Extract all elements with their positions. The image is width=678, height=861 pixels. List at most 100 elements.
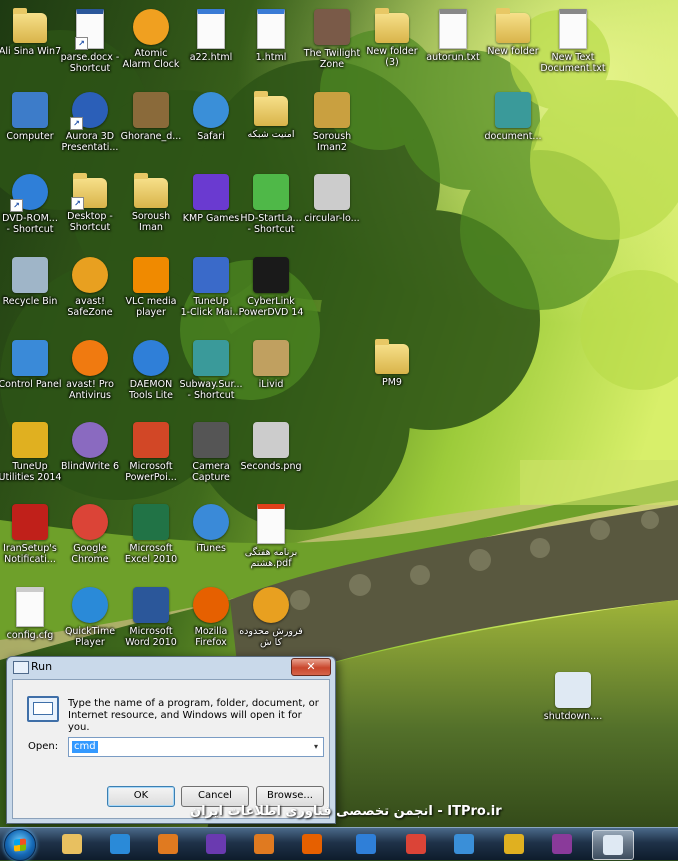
desktop-icon[interactable]: برنامه هفتگی هشتم.pdf — [241, 500, 301, 578]
taskbar-item-visual-studio[interactable] — [196, 830, 236, 858]
pdf-icon — [257, 504, 285, 544]
play-icon — [158, 834, 178, 854]
ok-button[interactable]: OK — [107, 786, 175, 807]
desktop-icon[interactable]: Ghorane_d... — [121, 88, 181, 166]
run-dialog: Run ✕ Type the name of a program, folder… — [6, 656, 336, 824]
chrome-icon — [72, 504, 108, 540]
avast-icon — [72, 340, 108, 376]
desktop-icon[interactable]: Soroush Iman2 — [302, 88, 362, 166]
desktop-icon[interactable]: autorun.txt — [423, 5, 483, 83]
desktop-icon[interactable]: Microsoft Excel 2010 — [121, 500, 181, 578]
desktop-icon[interactable]: QuickTime Player — [60, 583, 120, 661]
desktop-icon[interactable]: ↗ Aurora 3D Presentati... — [60, 88, 120, 166]
run-dialog-titlebar[interactable]: Run ✕ — [7, 657, 335, 677]
desktop-icon[interactable]: Computer — [0, 88, 60, 166]
desktop-icon[interactable]: Control Panel — [0, 336, 62, 414]
desktop-icon-label: PM9 — [382, 377, 402, 388]
open-combobox[interactable]: cmd ▾ — [68, 737, 324, 757]
daemon-tools-icon: ↗ — [10, 174, 48, 212]
taskbar-item-daemon-tools[interactable] — [346, 830, 386, 858]
run-dialog-title: Run — [31, 660, 53, 673]
start-button[interactable] — [4, 829, 36, 861]
desktop-icon[interactable]: VLC media player — [121, 253, 181, 331]
desktop-icon[interactable]: PM9 — [362, 336, 422, 414]
taskbar-item-media-player[interactable] — [148, 830, 188, 858]
desktop-icon[interactable]: TuneUp Utilities 2014 — [0, 418, 61, 496]
desktop-icon[interactable]: Microsoft PowerPoi... — [121, 418, 181, 496]
firefox-icon — [193, 587, 229, 623]
desktop-icon[interactable]: Safari — [181, 88, 241, 166]
taskbar — [0, 827, 678, 861]
taskbar-item-tuneup[interactable] — [494, 830, 534, 858]
desktop-icon[interactable]: ↗ parse.docx - Shortcut — [60, 5, 120, 83]
excel-icon — [133, 504, 169, 540]
book-icon — [133, 92, 169, 128]
desktop-icon[interactable]: iTunes — [181, 500, 241, 578]
run-description: Type the name of a program, folder, docu… — [68, 698, 319, 733]
avast-safezone-icon — [253, 587, 289, 623]
desktop-icon[interactable]: Soroush Iman — [121, 170, 181, 248]
taskbar-item-winrar[interactable] — [542, 830, 582, 858]
taskbar-item-explorer[interactable] — [52, 830, 92, 858]
desktop-icon-label: برنامه هفتگی هشتم.pdf — [244, 547, 298, 569]
shortcut-icon — [555, 672, 591, 708]
desktop-icon[interactable]: Camera Capture — [181, 418, 241, 496]
desktop-icon[interactable]: 1.html — [241, 5, 301, 83]
open-input[interactable]: cmd — [72, 741, 98, 753]
taskbar-item-run[interactable] — [592, 830, 634, 860]
text-file-icon — [559, 9, 587, 49]
desktop-icon[interactable]: circular-lo... — [302, 170, 362, 248]
desktop-icon[interactable]: document... — [483, 88, 543, 166]
taskbar-item-safari[interactable] — [444, 830, 484, 858]
desktop-icon[interactable]: BlindWrite 6 — [60, 418, 120, 496]
info-icon — [12, 504, 48, 540]
desktop-icon[interactable]: TuneUp 1-Click Mai... — [181, 253, 241, 331]
close-button[interactable]: ✕ — [291, 658, 331, 676]
desktop-icon[interactable]: a22.html — [181, 5, 241, 83]
desktop-icon[interactable]: avast! SafeZone — [60, 253, 120, 331]
desktop-icon[interactable]: IranSetup's Notificati... — [0, 500, 60, 578]
desktop-icon[interactable]: Seconds.png — [240, 418, 302, 496]
desktop-icon[interactable]: New folder (3) — [362, 5, 422, 83]
taskbar-item-internet-explorer[interactable] — [100, 830, 140, 858]
desktop-icon[interactable]: Atomic Alarm Clock — [121, 5, 181, 83]
word-icon — [133, 587, 169, 623]
desktop-icon[interactable]: CyberLink PowerDVD 14 — [239, 253, 303, 331]
desktop-icon[interactable]: The Twilight Zone — [302, 5, 362, 83]
desktop-icon[interactable]: New Text Document.txt — [540, 5, 606, 83]
desktop-icon[interactable]: config.cfg — [0, 583, 60, 661]
desktop-icon[interactable]: DAEMON Tools Lite — [121, 336, 181, 414]
watermark-text: انجمن تخصصی فناوری اطلاعات ایران - ITPro… — [190, 804, 502, 819]
desktop-icon[interactable]: iLivid — [241, 336, 301, 414]
desktop-icon[interactable]: فرورش محدوده کا ش — [239, 583, 303, 661]
desktop-icon[interactable]: KMP Games — [181, 170, 241, 248]
desktop-icon[interactable]: Google Chrome — [60, 500, 120, 578]
desktop-icon[interactable]: avast! Pro Antivirus — [60, 336, 120, 414]
image-file-icon — [314, 174, 350, 210]
taskbar-item-firefox[interactable] — [292, 830, 332, 858]
run-icon — [603, 835, 623, 855]
desktop-icon-label: CyberLink PowerDVD 14 — [238, 296, 304, 318]
winrar-icon — [552, 834, 572, 854]
desktop-icon[interactable]: Mozilla Firefox — [181, 583, 241, 661]
desktop-icon[interactable]: HD-StartLa... - Shortcut — [240, 170, 302, 248]
safari-icon — [454, 834, 474, 854]
chevron-down-icon[interactable]: ▾ — [310, 740, 322, 754]
taskbar-item-outlook[interactable] — [244, 830, 284, 858]
desktop-icon[interactable]: shutdown.... — [543, 668, 603, 746]
folder-icon — [254, 91, 288, 126]
desktop-icon[interactable]: Recycle Bin — [0, 253, 60, 331]
desktop-icon[interactable]: New folder — [483, 5, 543, 83]
desktop-icon[interactable]: ↗ Desktop - Shortcut — [60, 170, 120, 248]
desktop-icon[interactable]: Subway.Sur... - Shortcut — [179, 336, 243, 414]
desktop-icon[interactable]: امنیت شبکه — [241, 88, 301, 166]
desktop-icon-label: Soroush Iman2 — [312, 131, 352, 153]
desktop-icon-label: فرورش محدوده کا ش — [239, 626, 303, 648]
run-icon — [13, 661, 29, 674]
desktop-icon[interactable]: ↗ DVD-ROM... - Shortcut — [0, 170, 60, 248]
taskbar-item-chrome[interactable] — [396, 830, 436, 858]
desktop-icon[interactable]: Microsoft Word 2010 — [121, 583, 181, 661]
shortcut-arrow-icon: ↗ — [70, 117, 83, 130]
folder-icon — [375, 8, 409, 43]
desktop-icon[interactable]: Ali Sina Win7 — [0, 5, 61, 83]
